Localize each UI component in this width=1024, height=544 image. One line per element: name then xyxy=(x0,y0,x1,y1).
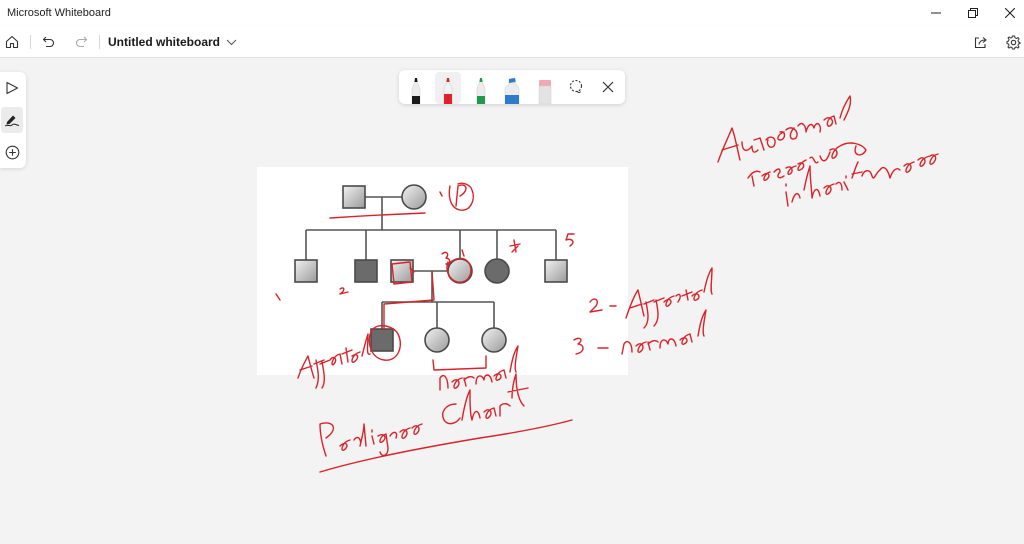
home-icon xyxy=(5,35,19,49)
chevron-down-icon xyxy=(226,39,237,45)
restore-icon xyxy=(968,8,978,18)
share-button[interactable] xyxy=(969,30,993,54)
unaffected-female-symbol xyxy=(447,258,473,284)
toolbar-divider xyxy=(30,35,31,49)
settings-button[interactable] xyxy=(1001,30,1024,54)
gear-icon xyxy=(1006,35,1020,49)
close-window-button[interactable] xyxy=(992,2,1024,24)
redo-button[interactable] xyxy=(69,30,93,54)
app-toolbar: Untitled whiteboard xyxy=(0,26,1024,58)
board-title-menu[interactable]: Untitled whiteboard xyxy=(108,35,237,49)
select-tool-button[interactable] xyxy=(1,75,23,101)
minimize-button[interactable] xyxy=(918,2,954,24)
pedigree-image[interactable] xyxy=(257,167,628,375)
affected-male-symbol xyxy=(354,259,378,283)
home-button[interactable] xyxy=(0,30,24,54)
affected-male-symbol xyxy=(370,328,394,352)
plus-circle-icon xyxy=(5,145,19,159)
highlighter-icon xyxy=(504,77,520,104)
board-title: Untitled whiteboard xyxy=(108,35,220,49)
app-title: Microsoft Whiteboard xyxy=(7,7,111,19)
unaffected-male-symbol xyxy=(390,259,414,283)
lasso-select-button[interactable] xyxy=(566,77,586,97)
share-icon xyxy=(974,37,987,49)
unaffected-male-symbol xyxy=(294,259,318,283)
eraser-icon xyxy=(538,80,552,104)
pen-ink-icon xyxy=(4,115,20,127)
pedigree-diagram xyxy=(294,184,568,353)
unaffected-female-symbol xyxy=(481,327,507,353)
ink-pen-tray xyxy=(399,70,625,104)
unaffected-male-symbol xyxy=(544,259,568,283)
eraser-button[interactable] xyxy=(532,72,558,104)
red-pen-button[interactable] xyxy=(435,72,461,104)
title-bar: Microsoft Whiteboard xyxy=(0,0,1024,26)
unaffected-female-symbol xyxy=(401,184,427,210)
add-content-button[interactable] xyxy=(1,139,23,165)
lasso-icon xyxy=(569,79,583,94)
unaffected-male-symbol xyxy=(342,185,366,209)
green-pen-icon xyxy=(476,77,486,104)
undo-button[interactable] xyxy=(37,30,61,54)
unaffected-female-symbol xyxy=(424,327,450,353)
red-pen-icon xyxy=(443,77,453,104)
redo-icon xyxy=(75,36,88,48)
affected-female-symbol xyxy=(484,258,510,284)
pointer-icon xyxy=(6,81,19,95)
close-icon xyxy=(602,81,614,93)
close-icon xyxy=(1005,8,1015,18)
minimize-icon xyxy=(931,12,941,14)
undo-icon xyxy=(42,36,55,48)
close-tray-button[interactable] xyxy=(598,77,618,97)
toolbar-divider xyxy=(99,35,100,49)
restore-button[interactable] xyxy=(955,2,991,24)
black-pen-icon xyxy=(411,77,421,104)
inking-tool-button[interactable] xyxy=(1,107,23,133)
green-pen-button[interactable] xyxy=(468,72,494,104)
black-pen-button[interactable] xyxy=(403,72,429,104)
highlighter-button[interactable] xyxy=(499,72,525,104)
tool-rail xyxy=(0,72,26,168)
